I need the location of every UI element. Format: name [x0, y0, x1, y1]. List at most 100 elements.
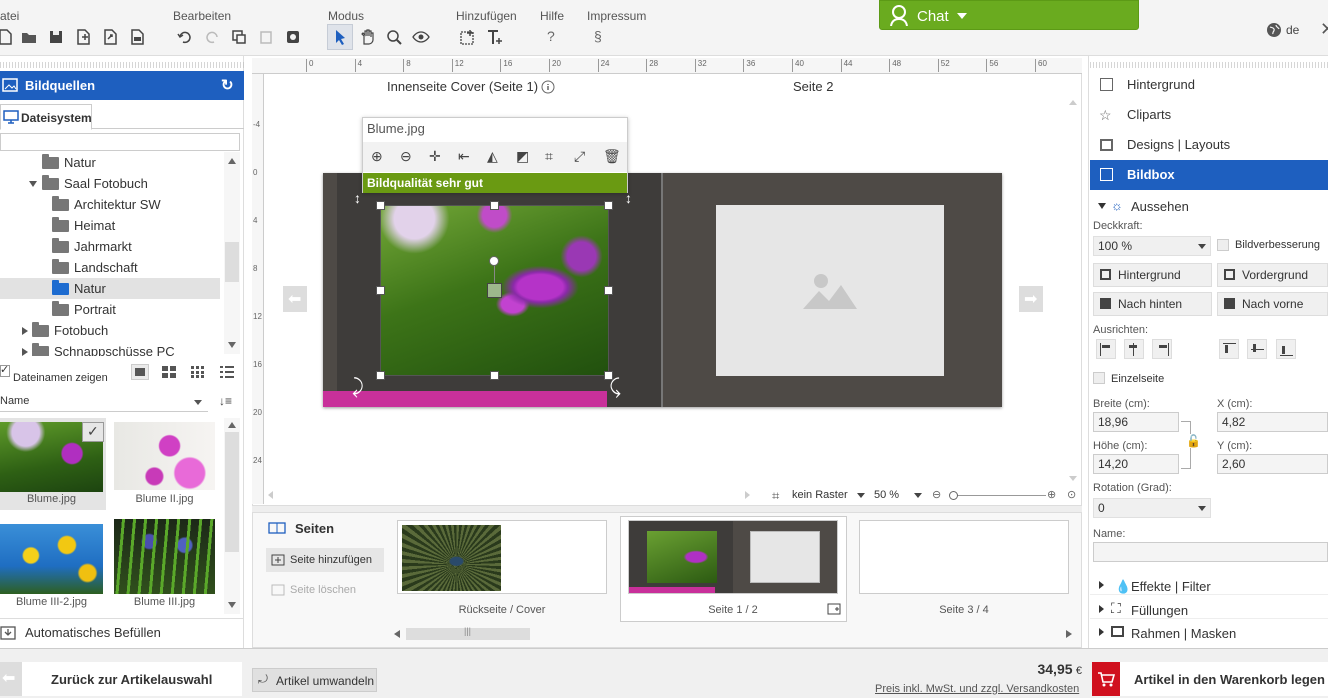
- impressum-icon[interactable]: §: [594, 28, 602, 44]
- flip-icon[interactable]: ◩: [516, 148, 529, 165]
- info-icon[interactable]: [541, 80, 555, 94]
- tree-item[interactable]: Schnappschüsse PC: [0, 341, 220, 356]
- sort-order-icon[interactable]: ↓≡: [219, 394, 232, 408]
- opacity-select[interactable]: 100 %: [1093, 236, 1211, 256]
- scroll-up-icon[interactable]: [1069, 100, 1077, 105]
- page-thumb-1-2[interactable]: [628, 520, 838, 594]
- tree-scroll-thumb[interactable]: [225, 242, 239, 282]
- page-thumb-cover[interactable]: [397, 520, 607, 594]
- add-text-icon[interactable]: [486, 28, 504, 46]
- trash-icon[interactable]: 🗑: [603, 148, 621, 165]
- align-center-v-icon[interactable]: [1247, 339, 1267, 359]
- effects-section[interactable]: 💧 Effekte | Filter: [1090, 573, 1328, 595]
- view-list-icon[interactable]: [220, 366, 234, 378]
- zoom-in-icon[interactable]: ⊕: [1047, 488, 1056, 501]
- accordion-cliparts[interactable]: ☆ Cliparts: [1090, 100, 1328, 130]
- rotation-select[interactable]: 0: [1093, 498, 1211, 518]
- back-arrow-box[interactable]: ⬅: [0, 662, 22, 696]
- tree-item[interactable]: Heimat: [0, 215, 220, 236]
- language-label[interactable]: de: [1286, 23, 1299, 37]
- tree-item[interactable]: Natur: [0, 152, 220, 173]
- scroll-right-icon[interactable]: [1066, 630, 1072, 638]
- rotate-arrow-icon[interactable]: ⤹: [609, 376, 621, 399]
- pdf-icon[interactable]: [128, 28, 146, 46]
- hand-icon[interactable]: [358, 28, 376, 46]
- expand-down-icon[interactable]: [29, 181, 37, 187]
- move-handle[interactable]: [487, 283, 502, 298]
- prev-page-button[interactable]: ⬅: [283, 286, 307, 312]
- expand-right-icon[interactable]: [22, 348, 28, 356]
- thumbs-scroll-thumb[interactable]: [225, 432, 239, 552]
- magenta-strip[interactable]: [323, 391, 607, 407]
- scroll-left-icon[interactable]: [268, 491, 273, 499]
- expand-icon[interactable]: ⤢: [574, 148, 585, 165]
- menu-bearbeiten[interactable]: Bearbeiten: [173, 9, 231, 23]
- zoom-slider-thumb[interactable]: [949, 491, 958, 500]
- y-input[interactable]: 2,60: [1217, 454, 1328, 474]
- scroll-down-icon[interactable]: [1069, 476, 1077, 481]
- add-page-button[interactable]: Seite hinzufügen: [266, 548, 384, 572]
- align-left-icon[interactable]: [1096, 339, 1116, 359]
- thumbs-scrollbar[interactable]: [224, 418, 240, 614]
- fit-icon[interactable]: ⇤: [458, 148, 470, 165]
- bring-forward-button[interactable]: Nach vorne: [1217, 292, 1328, 316]
- image-enhance-checkbox[interactable]: [1217, 239, 1229, 251]
- autofill-button[interactable]: Automatisches Befüllen: [0, 618, 244, 646]
- width-input[interactable]: 18,96: [1093, 412, 1179, 432]
- move-crosshair-icon[interactable]: ✛: [429, 148, 441, 165]
- tree-item[interactable]: Portrait: [0, 299, 220, 320]
- tree-item[interactable]: Landschaft: [0, 257, 220, 278]
- help-icon[interactable]: ?: [547, 28, 555, 44]
- undo-icon[interactable]: [176, 28, 194, 46]
- fills-section[interactable]: ⛶ Füllungen: [1090, 597, 1328, 619]
- tree-item[interactable]: Saal Fotobuch: [0, 173, 220, 194]
- tree-item[interactable]: Fotobuch: [0, 320, 220, 341]
- close-icon[interactable]: ✕: [1320, 19, 1328, 40]
- right-panel-grip[interactable]: [1090, 62, 1328, 68]
- zoom-in-icon[interactable]: ⊕: [371, 148, 383, 165]
- export-icon[interactable]: [101, 28, 119, 46]
- corner-arrow-icon[interactable]: ↕: [354, 190, 361, 206]
- menu-impressum[interactable]: Impressum: [587, 9, 646, 23]
- back-button[interactable]: Zurück zur Artikelauswahl: [22, 662, 242, 696]
- open-folder-icon[interactable]: [20, 28, 38, 46]
- price-note-link[interactable]: Preis inkl. MwSt. und zzgl. Versandkoste…: [875, 683, 1079, 695]
- resize-handle[interactable]: [604, 286, 613, 295]
- path-input[interactable]: [0, 133, 240, 151]
- x-input[interactable]: 4,82: [1217, 412, 1328, 432]
- align-bottom-icon[interactable]: [1276, 339, 1296, 359]
- accordion-designs[interactable]: Designs | Layouts: [1090, 130, 1328, 160]
- zoom-icon[interactable]: [385, 28, 403, 46]
- photo-edit-icon[interactable]: [284, 28, 302, 46]
- menu-hilfe[interactable]: Hilfe: [540, 9, 564, 23]
- refresh-icon[interactable]: ↻: [221, 76, 234, 94]
- grid-select[interactable]: kein Raster: [790, 486, 868, 504]
- image-thumb[interactable]: [0, 524, 103, 594]
- tab-filesystem[interactable]: Dateisystem: [0, 104, 92, 130]
- menu-datei[interactable]: atei: [0, 9, 19, 23]
- resize-handle[interactable]: [604, 201, 613, 210]
- height-input[interactable]: 14,20: [1093, 454, 1179, 474]
- frames-section[interactable]: Rahmen | Masken: [1090, 620, 1328, 642]
- menu-hinzufuegen[interactable]: Hinzufügen: [456, 9, 517, 23]
- pages-scroll-thumb[interactable]: |||: [406, 626, 530, 640]
- align-right-icon[interactable]: [1152, 339, 1172, 359]
- add-to-cart-button[interactable]: Artikel in den Warenkorb legen: [1092, 662, 1328, 696]
- save-as-icon[interactable]: [74, 28, 92, 46]
- zoom-fit-icon[interactable]: ⊙: [1067, 488, 1076, 501]
- tree-item[interactable]: Architektur SW: [0, 194, 220, 215]
- convert-button[interactable]: ⤾ Artikel umwandeln: [252, 668, 377, 692]
- resize-handle[interactable]: [376, 201, 385, 210]
- tree-scrollbar[interactable]: [224, 152, 240, 354]
- next-page-button[interactable]: ➡: [1019, 286, 1043, 312]
- copy-icon[interactable]: [230, 28, 248, 46]
- thumb-check-icon[interactable]: ✓: [82, 422, 104, 442]
- crop-icon[interactable]: ⌗: [545, 148, 553, 165]
- page-thumb-3-4[interactable]: [859, 520, 1069, 594]
- preview-eye-icon[interactable]: [412, 28, 430, 46]
- zoom-out-icon[interactable]: ⊖: [932, 488, 941, 501]
- scroll-right-icon[interactable]: [745, 491, 750, 499]
- sort-select[interactable]: Name: [0, 392, 208, 412]
- save-icon[interactable]: [47, 28, 65, 46]
- name-input[interactable]: [1093, 542, 1328, 562]
